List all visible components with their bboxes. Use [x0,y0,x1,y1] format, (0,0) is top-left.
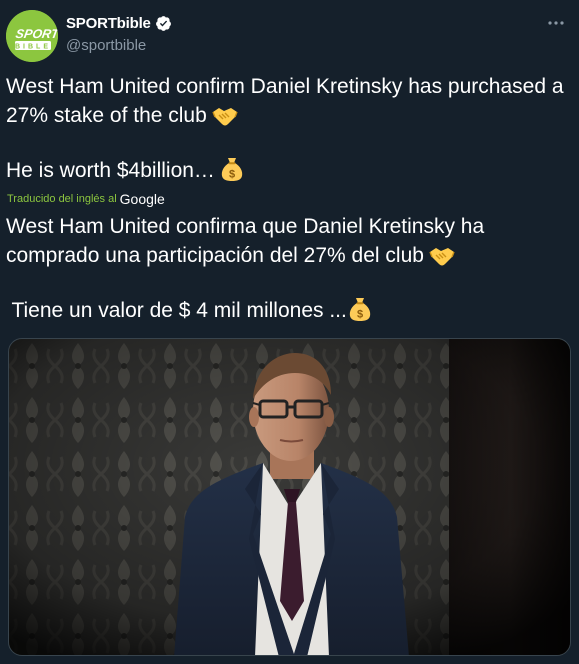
translation-line-2-text: Tiene un valor de $ 4 mil millones ... [6,299,347,322]
tweet-line-1: West Ham United confirm Daniel Kretinsky… [6,72,573,130]
display-name[interactable]: SPORTbible [66,15,151,32]
translation-line-2: Tiene un valor de $ 4 mil millones ... $ [6,296,573,325]
money-bag-emoji: $ [349,298,371,321]
svg-text:$: $ [229,169,235,181]
translation-line-1: West Ham United confirma que Daniel Kret… [6,212,573,270]
tweet-header: SPORT BIBLE SPORTbible @sportbible [6,10,573,64]
avatar-logo-top: SPORT [15,27,58,41]
tweet-line-1-text: West Ham United confirm Daniel Kretinsky… [6,75,564,127]
svg-text:$: $ [357,309,363,321]
handshake-emoji [212,108,238,126]
tweet-line-2-text: He is worth $4billion… [6,159,215,182]
sportbible-logo: SPORT BIBLE [6,10,58,62]
avatar-logo-bottom: BIBLE [15,43,51,50]
tweet-text: West Ham United confirm Daniel Kretinsky… [6,72,573,185]
portrait-photo [9,339,570,655]
translation-line-1-text: West Ham United confirma que Daniel Kret… [6,215,485,267]
verified-badge-icon [155,16,171,31]
translated-label-text: Traducido del inglés al [7,193,117,205]
translated-text: West Ham United confirma que Daniel Kret… [6,212,573,325]
handshake-emoji [429,248,455,266]
handle[interactable]: @sportbible [66,37,146,54]
money-bag-emoji: $ [221,158,243,181]
translated-by-label: Traducido del inglés al Google [7,191,165,207]
tweet-photo[interactable] [8,338,571,656]
name-row: SPORTbible [66,15,172,32]
more-options-icon[interactable] [541,12,571,34]
tweet-line-2: He is worth $4billion… $ [6,156,573,185]
avatar[interactable]: SPORT BIBLE [6,10,58,62]
google-logo[interactable]: Google [120,191,165,207]
